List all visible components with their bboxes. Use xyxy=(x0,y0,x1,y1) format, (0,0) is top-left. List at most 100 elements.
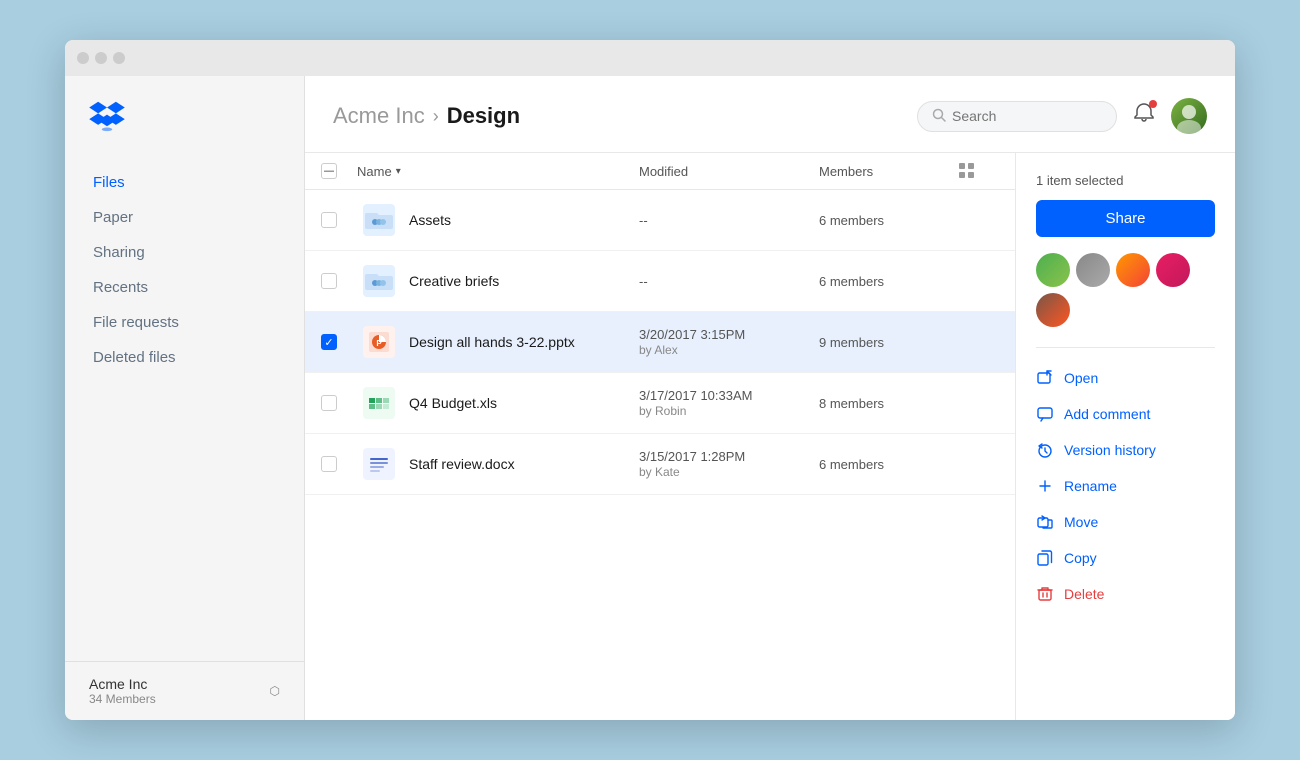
search-box[interactable] xyxy=(917,101,1117,132)
search-input[interactable] xyxy=(952,108,1133,124)
member-avatar-5 xyxy=(1036,293,1070,327)
action-copy[interactable]: Copy xyxy=(1036,540,1215,576)
members-creative-briefs: 6 members xyxy=(819,274,959,289)
modified-design-all-hands: 3/20/2017 3:15PM by Alex xyxy=(639,327,819,357)
view-toggle-icon[interactable] xyxy=(959,163,975,179)
column-header-modified: Modified xyxy=(639,164,819,179)
share-button[interactable]: Share xyxy=(1036,200,1215,237)
xlsx-icon xyxy=(363,387,395,419)
notification-dot xyxy=(1149,100,1157,108)
checkbox-assets[interactable] xyxy=(321,212,337,228)
user-avatar[interactable] xyxy=(1171,98,1207,134)
members-design-all-hands: 9 members xyxy=(819,335,959,350)
action-add-comment[interactable]: Add comment xyxy=(1036,396,1215,432)
breadcrumb-separator: › xyxy=(433,106,439,127)
modified-staff-review: 3/15/2017 1:28PM by Kate xyxy=(639,449,819,479)
action-rename[interactable]: Rename xyxy=(1036,468,1215,504)
file-icon-staff-review xyxy=(357,448,401,480)
action-move-label: Move xyxy=(1064,514,1098,530)
member-avatar-4 xyxy=(1156,253,1190,287)
action-open-label: Open xyxy=(1064,370,1098,386)
open-icon xyxy=(1036,369,1054,387)
sidebar-item-files[interactable]: Files xyxy=(65,165,304,200)
action-copy-label: Copy xyxy=(1064,550,1097,566)
svg-text:P: P xyxy=(376,339,382,348)
modified-q4-budget: 3/17/2017 10:33AM by Robin xyxy=(639,388,819,418)
title-bar xyxy=(65,40,1235,76)
minimize-button[interactable] xyxy=(95,52,107,64)
action-add-comment-label: Add comment xyxy=(1064,406,1150,422)
modified-assets: -- xyxy=(639,213,819,228)
member-avatar-3 xyxy=(1116,253,1150,287)
file-name-q4-budget[interactable]: Q4 Budget.xls xyxy=(401,395,639,411)
comment-icon xyxy=(1036,405,1054,423)
checkbox-design-all-hands[interactable]: ✓ xyxy=(321,334,337,350)
action-version-history-label: Version history xyxy=(1064,442,1156,458)
sidebar-item-recents[interactable]: Recents xyxy=(65,270,304,305)
window-body: Files Paper Sharing Recents File request… xyxy=(65,76,1235,720)
file-icon-creative-briefs xyxy=(357,265,401,297)
selected-count: 1 item selected xyxy=(1036,173,1215,188)
footer-info: Acme Inc 34 Members xyxy=(89,676,156,706)
maximize-button[interactable] xyxy=(113,52,125,64)
sidebar-footer[interactable]: Acme Inc 34 Members ⬡ xyxy=(65,661,304,720)
history-icon xyxy=(1036,441,1054,459)
checkbox-q4-budget[interactable] xyxy=(321,395,337,411)
file-table-header: Name ▾ Modified Members xyxy=(305,153,1015,190)
file-name-creative-briefs[interactable]: Creative briefs xyxy=(401,273,639,289)
breadcrumb: Acme Inc › Design xyxy=(333,103,520,129)
file-name-staff-review[interactable]: Staff review.docx xyxy=(401,456,639,472)
main-header: Acme Inc › Design xyxy=(305,76,1235,153)
action-version-history[interactable]: Version history xyxy=(1036,432,1215,468)
member-avatar-2 xyxy=(1076,253,1110,287)
action-move[interactable]: Move xyxy=(1036,504,1215,540)
notification-button[interactable] xyxy=(1133,102,1155,130)
content-area: Name ▾ Modified Members xyxy=(305,153,1235,720)
member-avatar-1 xyxy=(1036,253,1070,287)
header-right xyxy=(917,98,1207,134)
file-list-area: Name ▾ Modified Members xyxy=(305,153,1015,720)
action-delete-label: Delete xyxy=(1064,586,1104,602)
nav-list: Files Paper Sharing Recents File request… xyxy=(65,165,304,661)
divider xyxy=(1036,347,1215,348)
breadcrumb-parent[interactable]: Acme Inc xyxy=(333,103,425,129)
action-delete[interactable]: Delete xyxy=(1036,576,1215,612)
move-icon xyxy=(1036,513,1054,531)
column-header-name[interactable]: Name ▾ xyxy=(357,164,639,179)
action-list: Open Add comment xyxy=(1036,360,1215,612)
members-q4-budget: 8 members xyxy=(819,396,959,411)
file-name-design-all-hands[interactable]: Design all hands 3-22.pptx xyxy=(401,334,639,350)
right-panel: 1 item selected Share xyxy=(1015,153,1235,720)
members-assets: 6 members xyxy=(819,213,959,228)
docx-icon xyxy=(363,448,395,480)
sidebar-item-paper[interactable]: Paper xyxy=(65,200,304,235)
select-all-checkbox[interactable] xyxy=(321,163,337,179)
search-icon xyxy=(932,108,946,125)
close-button[interactable] xyxy=(77,52,89,64)
file-row-assets: Assets -- 6 members xyxy=(305,190,1015,251)
chevron-updown-icon: ⬡ xyxy=(270,684,280,698)
file-name-assets[interactable]: Assets xyxy=(401,212,639,228)
sidebar-item-deleted-files[interactable]: Deleted files xyxy=(65,340,304,375)
browser-window: Files Paper Sharing Recents File request… xyxy=(65,40,1235,720)
org-members: 34 Members xyxy=(89,692,156,706)
action-open[interactable]: Open xyxy=(1036,360,1215,396)
member-avatars xyxy=(1036,253,1215,327)
dropbox-logo-icon xyxy=(89,100,125,132)
org-name: Acme Inc xyxy=(89,676,156,692)
sidebar-item-file-requests[interactable]: File requests xyxy=(65,305,304,340)
file-icon-q4-budget xyxy=(357,387,401,419)
column-header-members: Members xyxy=(819,164,959,179)
folder-shared-icon-2 xyxy=(363,265,395,297)
file-row-creative-briefs: Creative briefs -- 6 members xyxy=(305,251,1015,312)
members-staff-review: 6 members xyxy=(819,457,959,472)
modified-creative-briefs: -- xyxy=(639,274,819,289)
checkbox-creative-briefs[interactable] xyxy=(321,273,337,289)
sidebar-item-sharing[interactable]: Sharing xyxy=(65,235,304,270)
file-row-q4-budget: Q4 Budget.xls 3/17/2017 10:33AM by Robin… xyxy=(305,373,1015,434)
pptx-icon: P xyxy=(363,326,395,358)
logo xyxy=(65,100,304,165)
checkbox-staff-review[interactable] xyxy=(321,456,337,472)
copy-icon xyxy=(1036,549,1054,567)
file-row-staff-review: Staff review.docx 3/15/2017 1:28PM by Ka… xyxy=(305,434,1015,495)
